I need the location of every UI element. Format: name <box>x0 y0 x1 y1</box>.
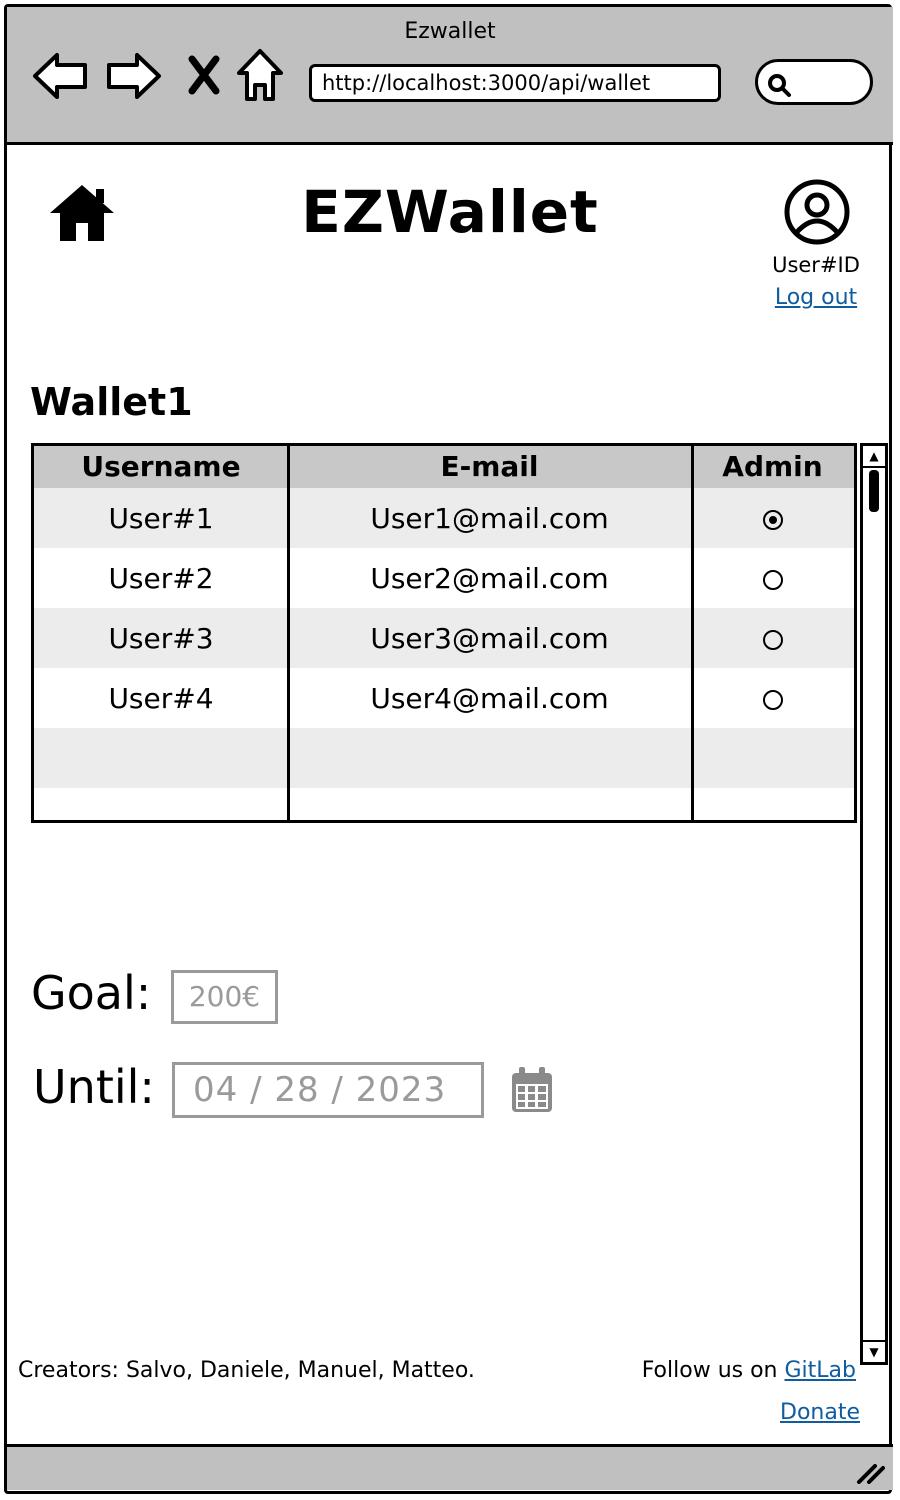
admin-radio[interactable] <box>762 569 783 590</box>
username-cell: User#4 <box>34 668 288 728</box>
scroll-thumb[interactable] <box>869 470 879 512</box>
until-label: Until: <box>33 1060 155 1114</box>
status-bar <box>7 1444 893 1490</box>
email-cell: User2@mail.com <box>288 548 691 608</box>
table-row[interactable]: User#3 User3@mail.com <box>34 608 854 668</box>
calendar-icon[interactable] <box>510 1066 554 1114</box>
column-divider <box>287 446 290 820</box>
scroll-down-arrow[interactable]: ▼ <box>863 1340 885 1362</box>
admin-cell <box>691 548 854 608</box>
email-cell: User4@mail.com <box>288 668 691 728</box>
column-divider <box>691 446 694 820</box>
goal-input[interactable]: 200€ <box>171 970 278 1024</box>
search-icon <box>768 74 791 97</box>
browser-search-field[interactable] <box>755 59 873 105</box>
column-header-admin[interactable]: Admin <box>691 446 854 488</box>
user-avatar-icon[interactable] <box>783 178 851 246</box>
empty-table-row <box>34 788 854 820</box>
column-header-username[interactable]: Username <box>34 446 288 488</box>
follow-us: Follow us on GitLab <box>642 1358 856 1383</box>
admin-radio[interactable] <box>762 629 783 650</box>
app-home-icon[interactable] <box>48 183 116 243</box>
wallet-title: Wallet1 <box>30 380 193 424</box>
resize-grip-icon[interactable] <box>855 1458 885 1484</box>
app-title: EZWallet <box>301 178 599 246</box>
table-row[interactable]: User#2 User2@mail.com <box>34 548 854 608</box>
admin-radio-selected[interactable] <box>762 509 783 530</box>
wallet-users-table: Username E-mail Admin User#1 User1@mail.… <box>31 443 857 823</box>
back-icon[interactable] <box>31 51 89 101</box>
username-cell: User#3 <box>34 608 288 668</box>
donate-link[interactable]: Donate <box>780 1400 860 1425</box>
logout-link[interactable]: Log out <box>756 285 876 310</box>
scroll-up-arrow[interactable]: ▲ <box>863 446 885 468</box>
email-cell: User1@mail.com <box>288 488 691 548</box>
empty-table-row <box>34 728 854 788</box>
column-header-email[interactable]: E-mail <box>288 446 691 488</box>
admin-radio[interactable] <box>762 689 783 710</box>
forward-icon[interactable] <box>105 51 163 101</box>
table-row[interactable]: User#4 User4@mail.com <box>34 668 854 728</box>
browser-toolbar: Ezwallet http://localhost:3000/api/walle… <box>7 7 893 145</box>
username-cell: User#2 <box>34 548 288 608</box>
follow-text: Follow us on <box>641 1358 778 1383</box>
admin-cell <box>691 608 854 668</box>
username-cell: User#1 <box>34 488 288 548</box>
stop-icon[interactable] <box>187 55 221 95</box>
address-bar[interactable]: http://localhost:3000/api/wallet <box>309 64 721 102</box>
email-cell: User3@mail.com <box>288 608 691 668</box>
gitlab-link[interactable]: GitLab <box>785 1358 857 1383</box>
home-icon[interactable] <box>235 47 285 103</box>
until-date-field[interactable]: 04 / 28 / 2023 <box>172 1062 484 1118</box>
table-row[interactable]: User#1 User1@mail.com <box>34 488 854 548</box>
goal-label: Goal: <box>31 966 152 1020</box>
user-id-label: User#ID <box>772 253 860 277</box>
window-title: Ezwallet <box>404 19 496 44</box>
admin-cell <box>691 668 854 728</box>
page-scrollbar[interactable]: ▲ ▼ <box>860 443 888 1365</box>
admin-cell <box>691 488 854 548</box>
creators-text: Creators: Salvo, Daniele, Manuel, Matteo… <box>18 1358 475 1383</box>
